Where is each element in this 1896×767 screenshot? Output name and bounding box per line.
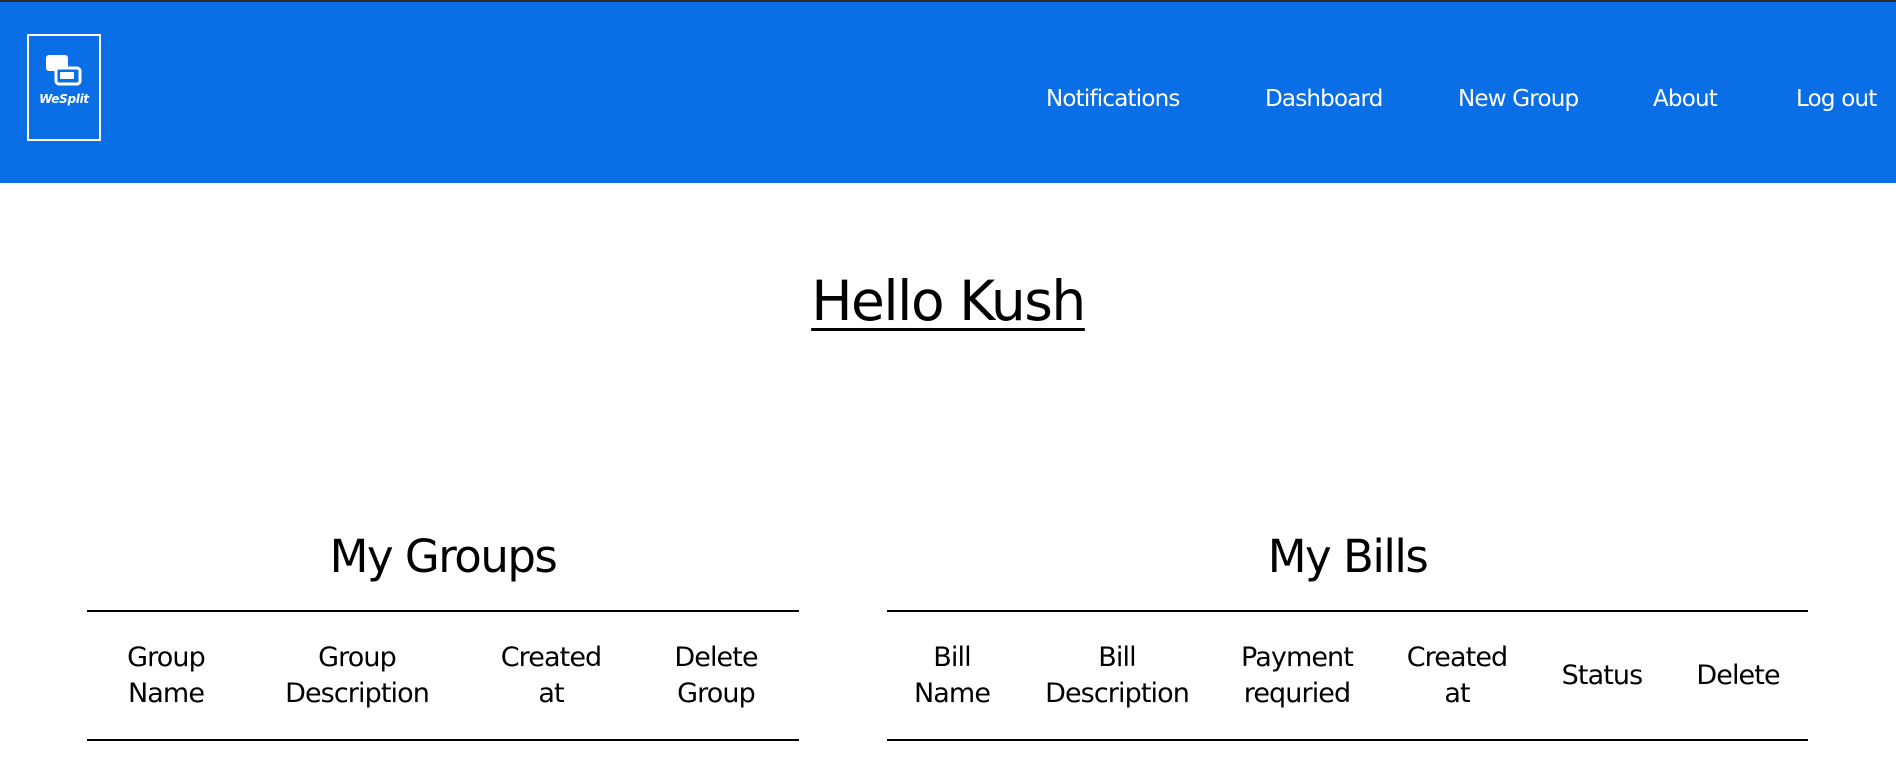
bills-col-description: Bill Description: [1045, 642, 1190, 709]
app-logo[interactable]: WeSplit: [27, 34, 101, 141]
groups-title: My Groups: [329, 530, 558, 583]
bills-table-top-rule: [887, 610, 1808, 612]
greeting-text: Hello Kush: [811, 269, 1086, 333]
bills-col-name: Bill Name: [913, 642, 991, 709]
split-bill-icon: [46, 55, 82, 86]
bills-col-created-at: Created at: [1406, 642, 1508, 709]
groups-col-description: Group Description: [285, 642, 430, 709]
groups-col-created-at: Created at: [500, 642, 602, 709]
navbar: WeSplit Notifications Dashboard New Grou…: [0, 2, 1896, 183]
nav-notifications[interactable]: Notifications: [1046, 84, 1180, 114]
nav-new-group[interactable]: New Group: [1458, 84, 1579, 114]
groups-col-name: Group Name: [127, 642, 206, 709]
nav-log-out[interactable]: Log out: [1796, 84, 1877, 114]
nav-about[interactable]: About: [1653, 84, 1718, 114]
bills-col-delete: Delete: [1696, 660, 1780, 691]
groups-table-header-rule: [87, 739, 799, 741]
groups-col-delete: Delete Group: [674, 642, 758, 709]
bills-col-payment-required: Payment requried: [1241, 642, 1354, 709]
logo-text: WeSplit: [39, 92, 89, 106]
bills-col-status: Status: [1561, 660, 1644, 691]
groups-table-top-rule: [87, 610, 799, 612]
bills-title: My Bills: [1267, 530, 1429, 583]
bills-table-header-rule: [887, 739, 1808, 741]
nav-dashboard[interactable]: Dashboard: [1265, 84, 1383, 114]
greeting-heading: Hello Kush: [0, 266, 1896, 336]
